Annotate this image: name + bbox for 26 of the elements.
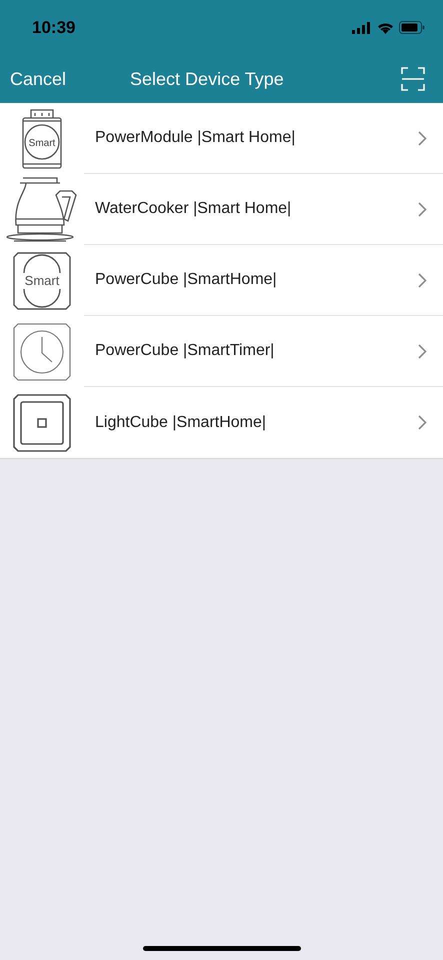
clock-icon [12,322,72,382]
device-row[interactable]: PowerCube |SmartTimer| [0,316,443,387]
chevron-icon [418,344,427,358]
cancel-button[interactable]: Cancel [10,68,66,90]
device-row[interactable]: Smart PowerCube |SmartHome| [0,245,443,316]
device-name: PowerCube |SmartHome| [95,271,277,289]
chevron-icon [418,415,427,430]
device-name: PowerCube |SmartTimer| [95,342,274,360]
device-row[interactable]: WaterCooker |Smart Home| [0,174,443,245]
device-name: PowerModule |Smart Home| [95,129,296,147]
nav-title: Select Device Type [130,68,284,90]
scan-icon[interactable] [401,67,425,91]
chevron-icon [418,272,427,288]
chevron-icon [418,130,427,146]
light-cube-icon [12,392,72,452]
wifi-icon [377,22,394,34]
battery-icon [399,21,425,34]
device-name: WaterCooker |Smart Home| [95,200,292,218]
device-row[interactable]: Smart PowerModule |Smart Home| [0,103,443,174]
kettle-icon [6,174,78,244]
signal-icon [352,22,372,34]
device-name: LightCube |SmartHome| [95,414,266,432]
chevron-icon [418,202,427,216]
device-row[interactable]: LightCube |SmartHome| [0,387,443,458]
status-time: 10:39 [32,18,76,38]
power-cube-icon: Smart [12,250,72,310]
